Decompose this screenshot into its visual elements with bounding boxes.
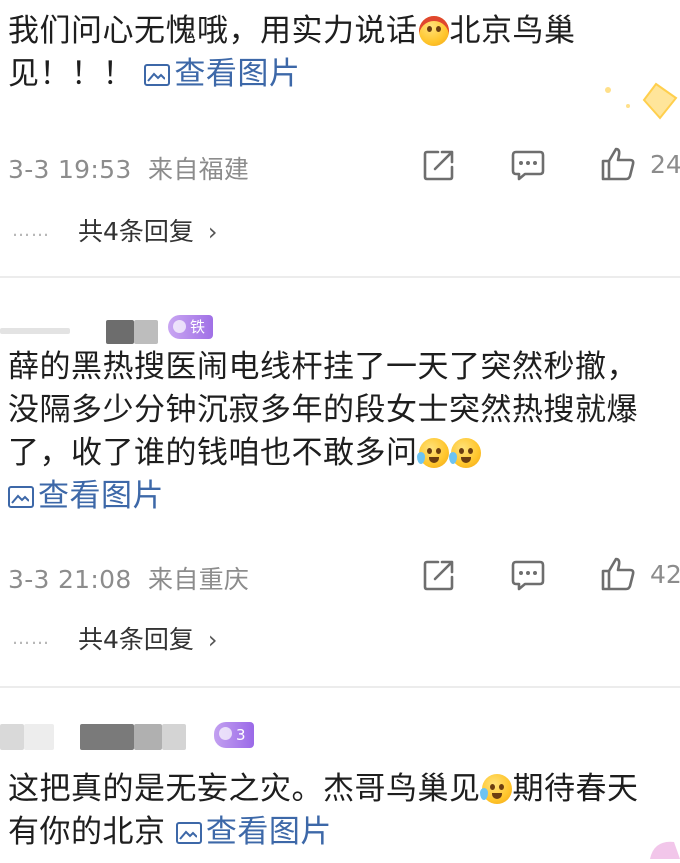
image-icon — [144, 64, 171, 86]
decoration-corner-icon — [640, 832, 680, 863]
like-count: 42 — [650, 560, 680, 589]
comment-meta: 3-3 21:08 来自重庆 — [8, 560, 249, 596]
view-images-link[interactable]: 查看图片 — [144, 56, 300, 92]
like-button[interactable] — [600, 146, 636, 186]
location: 来自重庆 — [148, 565, 250, 594]
comment-text: 我们问心无愧哦，用实力说话 北京鸟巢见！！！ 查看图片 — [8, 13, 576, 92]
like-count: 24 — [650, 150, 680, 179]
chevron-right-icon: › — [207, 626, 218, 654]
emoji-tear-icon — [479, 774, 512, 804]
dots: …… — [12, 628, 50, 649]
comment-text: 薛的黑热搜医闹电线杆挂了一天了突然秒撤，没隔多少分钟沉寂多年的段女士突然热搜就爆… — [8, 349, 638, 514]
divider — [0, 686, 680, 688]
location: 来自福建 — [148, 155, 250, 184]
comment-meta: 3-3 19:53 来自福建 — [8, 150, 249, 186]
fan-badge: 3 — [214, 722, 254, 748]
emoji-hat-icon — [418, 16, 449, 46]
share-icon — [423, 150, 454, 181]
replies-label: 共4条回复 — [78, 625, 194, 654]
image-icon — [8, 486, 34, 508]
fan-badge: 铁粉1 — [168, 315, 214, 384]
comment-text: 这把真的是无妄之灾。杰哥鸟巢见 期待春天有你的北京 查看图片 — [8, 771, 639, 850]
image-icon — [175, 822, 202, 844]
like-icon — [601, 557, 635, 591]
emoji-tear-icon — [416, 438, 449, 468]
share-button[interactable] — [422, 558, 456, 596]
share-icon — [423, 560, 454, 591]
chevron-right-icon: › — [207, 218, 218, 246]
view-replies-link[interactable]: …… 共4条回复 › — [12, 620, 218, 656]
dots: …… — [12, 220, 50, 241]
comment-icon — [511, 150, 545, 181]
comment-button[interactable] — [510, 558, 546, 596]
share-button[interactable] — [422, 148, 456, 186]
like-button[interactable] — [600, 556, 636, 596]
divider — [0, 276, 680, 278]
avatar-blurred[interactable] — [80, 724, 134, 750]
timestamp: 3-3 21:08 — [8, 565, 132, 594]
timestamp: 3-3 19:53 — [8, 155, 132, 184]
comment-icon — [511, 560, 545, 591]
comment-button[interactable] — [510, 148, 546, 186]
view-images-link[interactable]: 查看图片 — [175, 814, 332, 850]
replies-label: 共4条回复 — [78, 217, 194, 246]
view-replies-link[interactable]: …… 共4条回复 › — [12, 212, 218, 248]
avatar-blurred[interactable] — [106, 320, 134, 344]
view-images-link[interactable]: 查看图片 — [8, 478, 164, 514]
emoji-tear-icon — [448, 438, 481, 468]
like-icon — [601, 147, 635, 181]
